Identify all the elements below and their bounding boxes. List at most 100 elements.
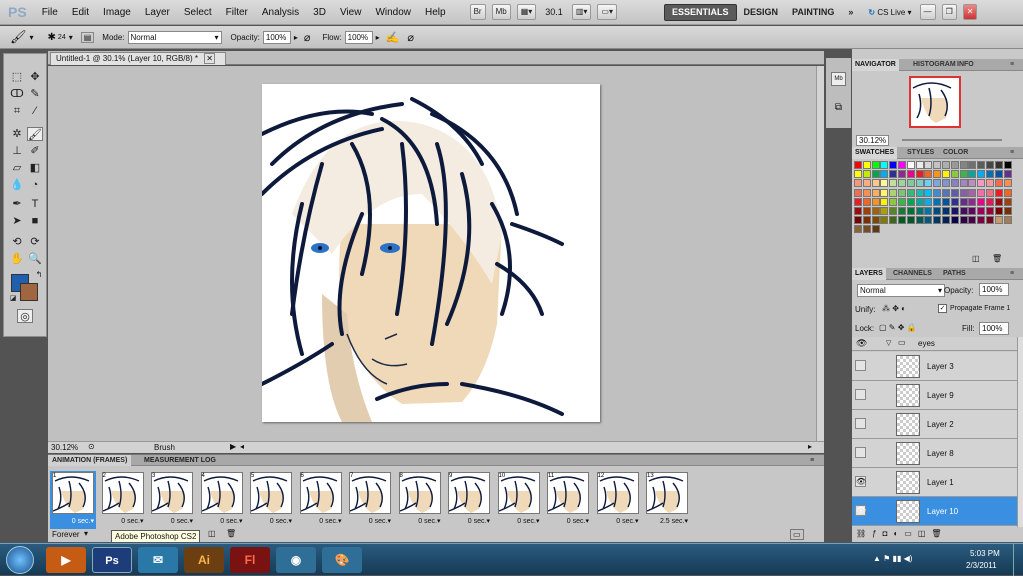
- loop-select-arrow[interactable]: ▾: [84, 529, 88, 538]
- swatch[interactable]: [924, 161, 933, 169]
- swatch[interactable]: [906, 197, 915, 206]
- path-selection-tool-icon[interactable]: ➤: [9, 214, 25, 228]
- workspace-essentials[interactable]: ESSENTIALS: [663, 3, 737, 21]
- swatch[interactable]: [994, 216, 1003, 225]
- swatch[interactable]: [871, 170, 880, 179]
- swatch[interactable]: [871, 207, 880, 215]
- swatch[interactable]: [968, 161, 977, 169]
- layer-row[interactable]: Layer 9: [852, 381, 1017, 410]
- swatch[interactable]: [871, 225, 880, 234]
- swatch[interactable]: [950, 170, 959, 179]
- brush-panel-icon[interactable]: ▤: [80, 31, 95, 43]
- view-extras-button[interactable]: ▦▾: [516, 4, 537, 20]
- swatch[interactable]: [994, 207, 1003, 215]
- swatch[interactable]: [898, 179, 906, 188]
- swatch[interactable]: [862, 207, 871, 215]
- swatch[interactable]: [862, 161, 871, 169]
- swatch[interactable]: [968, 170, 977, 179]
- swatch[interactable]: [880, 207, 889, 215]
- eyedropper-tool-icon[interactable]: ⁄: [27, 104, 43, 118]
- swatch[interactable]: [933, 197, 942, 206]
- layer-row[interactable]: Layer 3: [852, 352, 1017, 381]
- swatch[interactable]: [898, 170, 906, 179]
- layer-row[interactable]: 👁 Layer 1: [852, 468, 1017, 497]
- navigator-zoom-slider[interactable]: [902, 139, 1002, 141]
- menu-image[interactable]: Image: [96, 7, 138, 18]
- clock-time[interactable]: 5:03 PM: [970, 549, 1000, 558]
- swatch[interactable]: [880, 188, 889, 197]
- flash-icon[interactable]: Fl: [230, 547, 270, 573]
- flow-slider-arrow[interactable]: ▸: [376, 33, 380, 42]
- delete-frame-icon[interactable]: 🗑: [226, 529, 236, 538]
- menu-edit[interactable]: Edit: [65, 7, 96, 18]
- animation-panel-menu-icon[interactable]: ≡: [806, 455, 818, 466]
- fill-input[interactable]: 100%: [979, 322, 1009, 335]
- swatch[interactable]: [871, 161, 880, 169]
- status-zoom[interactable]: 30.12%: [51, 443, 78, 452]
- swatch[interactable]: [994, 170, 1003, 179]
- default-colors-icon[interactable]: ◪: [5, 292, 21, 306]
- eraser-tool-icon[interactable]: ▱: [9, 161, 25, 175]
- new-frame-icon[interactable]: ◫: [208, 529, 216, 538]
- frame-delay[interactable]: 0 sec.▾: [270, 517, 292, 525]
- swatch[interactable]: [994, 161, 1003, 169]
- swatch[interactable]: [950, 161, 959, 169]
- vertical-scrollbar[interactable]: [816, 66, 824, 441]
- animation-frame[interactable]: 3 0 sec.▾: [149, 471, 195, 529]
- layer-visibility-eye-icon[interactable]: [855, 418, 866, 429]
- swatch[interactable]: [924, 216, 933, 225]
- menu-3d[interactable]: 3D: [306, 7, 333, 18]
- swatch[interactable]: [1003, 207, 1012, 215]
- media-player-icon[interactable]: ▶: [46, 547, 86, 573]
- swatch[interactable]: [968, 197, 977, 206]
- swatch[interactable]: [880, 179, 889, 188]
- swatch[interactable]: [933, 170, 942, 179]
- layers-menu-icon[interactable]: ≡: [1007, 268, 1017, 280]
- opacity-input[interactable]: 100%: [262, 30, 291, 44]
- swatch[interactable]: [862, 188, 871, 197]
- swatch[interactable]: [880, 197, 889, 206]
- photoshop-taskbar-icon[interactable]: Ps: [92, 547, 132, 573]
- swatch[interactable]: [1003, 197, 1012, 206]
- tablet-pressure-opacity-icon[interactable]: ⌀: [304, 31, 311, 44]
- restore-button[interactable]: ❐: [941, 4, 957, 20]
- swatch[interactable]: [915, 197, 924, 206]
- convert-to-timeline-icon[interactable]: ▭: [790, 529, 804, 540]
- arrange-documents-button[interactable]: ▥▾: [571, 4, 592, 20]
- tab-histogram[interactable]: HISTOGRAM: [910, 59, 959, 71]
- crop-tool-icon[interactable]: ⌗: [9, 104, 25, 118]
- animation-frame[interactable]: 11 0 sec.▾: [545, 471, 591, 529]
- lasso-tool-icon[interactable]: ↀ: [9, 87, 25, 101]
- animation-frame[interactable]: 2 0 sec.▾: [100, 471, 146, 529]
- swatch[interactable]: [854, 161, 862, 169]
- tab-swatches[interactable]: SWATCHES: [852, 147, 898, 159]
- animation-frame[interactable]: 6 0 sec.▾: [298, 471, 344, 529]
- swatch[interactable]: [994, 179, 1003, 188]
- swatch[interactable]: [942, 216, 950, 225]
- type-tool-icon[interactable]: T: [27, 197, 43, 211]
- swatch[interactable]: [1003, 179, 1012, 188]
- swatch[interactable]: [977, 216, 986, 225]
- swatch[interactable]: [906, 170, 915, 179]
- swatch[interactable]: [950, 216, 959, 225]
- swatch[interactable]: [933, 179, 942, 188]
- swatch[interactable]: [862, 197, 871, 206]
- tab-measurement-log[interactable]: MEASUREMENT LOG: [140, 455, 220, 466]
- swatch[interactable]: [1003, 170, 1012, 179]
- swatch[interactable]: [959, 216, 968, 225]
- frame-delay[interactable]: 0 sec.▾: [220, 517, 242, 525]
- swatch[interactable]: [906, 179, 915, 188]
- animation-frame[interactable]: 9 0 sec.▾: [446, 471, 492, 529]
- animation-frame[interactable]: 8 0 sec.▾: [397, 471, 443, 529]
- swatch[interactable]: [915, 179, 924, 188]
- illustrator-icon[interactable]: Ai: [184, 547, 224, 573]
- gradient-tool-icon[interactable]: ◧: [27, 161, 43, 175]
- frame-delay[interactable]: 0 sec.▾: [567, 517, 589, 525]
- swatch[interactable]: [915, 188, 924, 197]
- swatch[interactable]: [889, 161, 898, 169]
- clock-date[interactable]: 2/3/2011: [966, 561, 997, 570]
- swatch[interactable]: [942, 207, 950, 215]
- swatch[interactable]: [959, 161, 968, 169]
- animation-frame[interactable]: 5 0 sec.▾: [248, 471, 294, 529]
- swatch[interactable]: [968, 216, 977, 225]
